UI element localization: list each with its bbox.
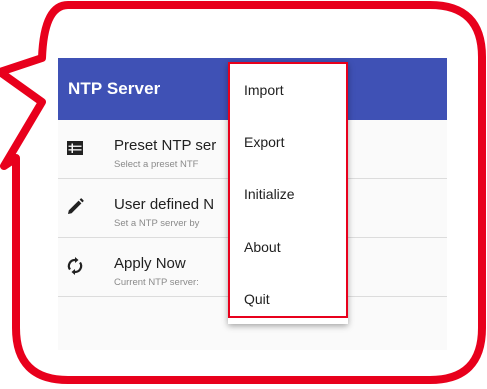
menu-item-initialize[interactable]: Initialize bbox=[244, 186, 295, 202]
overflow-menu: Import Export Initialize About Quit bbox=[228, 62, 348, 324]
list-item-title: User defined N bbox=[114, 196, 215, 213]
list-view-icon bbox=[66, 139, 84, 157]
app-title: NTP Server bbox=[68, 79, 161, 98]
list-item-title: Preset NTP ser bbox=[114, 137, 217, 154]
list-item-subtitle: Set a NTP server by bbox=[114, 218, 200, 229]
menu-item-export[interactable]: Export bbox=[244, 134, 284, 150]
menu-item-import[interactable]: Import bbox=[244, 82, 284, 98]
list-item-subtitle: Select a preset NTF bbox=[114, 159, 199, 170]
menu-item-about[interactable]: About bbox=[244, 239, 281, 255]
list-item-title: Apply Now bbox=[114, 255, 186, 272]
pencil-icon bbox=[66, 198, 84, 216]
menu-item-quit[interactable]: Quit bbox=[244, 291, 270, 307]
list-item-subtitle: Current NTP server: bbox=[114, 277, 199, 288]
screenshot-stage: NTP Server Preset NTP ser Select a prese… bbox=[0, 0, 487, 389]
sync-icon bbox=[66, 257, 84, 275]
